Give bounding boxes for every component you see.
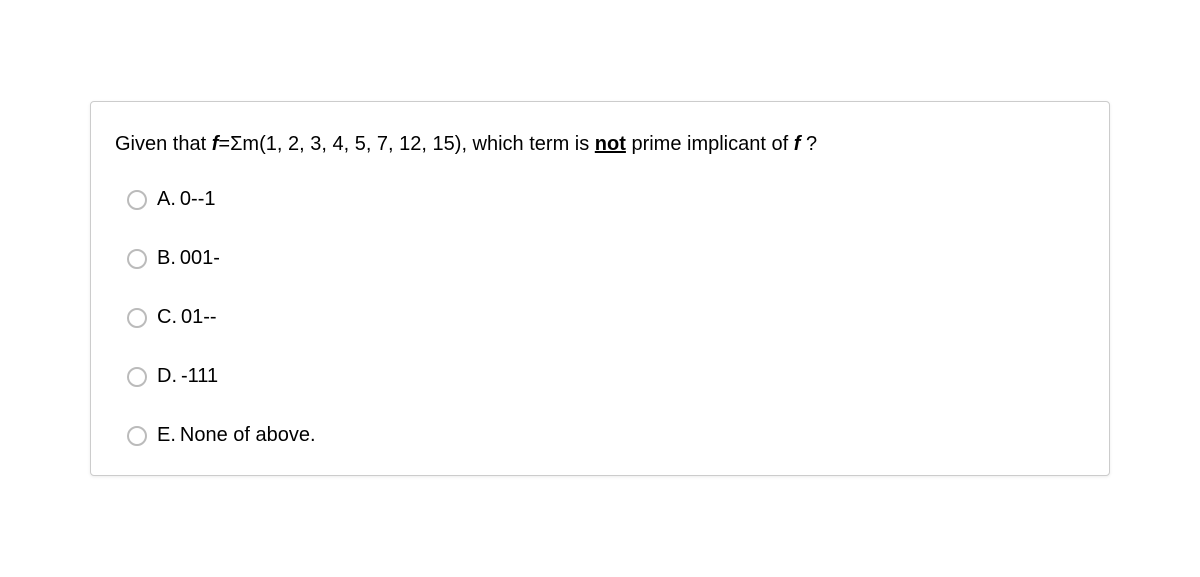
radio-a[interactable] — [127, 190, 147, 210]
option-b[interactable]: B. 001- — [127, 247, 1085, 270]
question-not: not — [595, 133, 626, 155]
option-e[interactable]: E. None of above. — [127, 424, 1085, 447]
radio-b[interactable] — [127, 249, 147, 269]
option-b-text: 001- — [180, 247, 220, 270]
option-d-text: -111 — [181, 365, 218, 388]
question-text: Given that f=Σm(1, 2, 3, 4, 5, 7, 12, 15… — [115, 130, 1085, 158]
option-a-label: A. 0--1 — [157, 188, 215, 211]
question-suffix1: prime implicant of — [626, 133, 794, 155]
option-c-text: 01-- — [181, 306, 217, 329]
option-e-label: E. None of above. — [157, 424, 316, 447]
options-list: A. 0--1 B. 001- C. 01-- D. -111 — [115, 188, 1085, 447]
radio-e[interactable] — [127, 426, 147, 446]
option-c-label: C. 01-- — [157, 306, 217, 329]
option-e-text: None of above. — [180, 424, 316, 447]
radio-d[interactable] — [127, 367, 147, 387]
question-equals: =Σm(1, 2, 3, 4, 5, 7, 12, 15), which ter… — [218, 133, 594, 155]
option-d-label: D. -111 — [157, 365, 218, 388]
option-a[interactable]: A. 0--1 — [127, 188, 1085, 211]
option-e-letter: E. — [157, 424, 176, 447]
question-qmark: ? — [800, 133, 817, 155]
option-b-label: B. 001- — [157, 247, 220, 270]
option-d[interactable]: D. -111 — [127, 365, 1085, 388]
radio-c[interactable] — [127, 308, 147, 328]
question-container: Given that f=Σm(1, 2, 3, 4, 5, 7, 12, 15… — [90, 101, 1110, 476]
option-b-letter: B. — [157, 247, 176, 270]
option-a-letter: A. — [157, 188, 176, 211]
question-prefix: Given that — [115, 133, 212, 155]
option-a-text: 0--1 — [180, 188, 216, 211]
option-d-letter: D. — [157, 365, 177, 388]
option-c-letter: C. — [157, 306, 177, 329]
option-c[interactable]: C. 01-- — [127, 306, 1085, 329]
